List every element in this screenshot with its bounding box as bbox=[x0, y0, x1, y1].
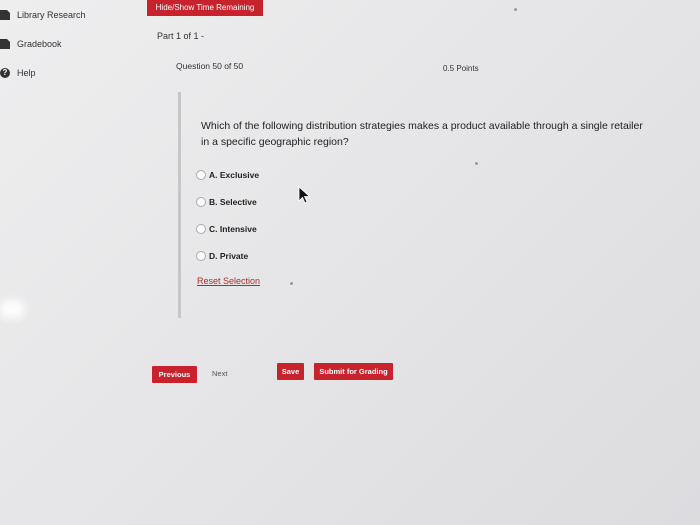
submit-for-grading-button[interactable]: Submit for Grading bbox=[314, 363, 393, 380]
sidebar-item-label: Help bbox=[17, 68, 36, 78]
sidebar-item-help[interactable]: ? Help bbox=[0, 68, 36, 78]
choice-a[interactable]: A. Exclusive bbox=[196, 170, 259, 180]
question-points: 0.5 Points bbox=[443, 64, 479, 73]
save-button[interactable]: Save bbox=[277, 363, 304, 380]
toggle-time-remaining-button[interactable]: Hide/Show Time Remaining bbox=[147, 0, 263, 16]
question-text: Which of the following distribution stra… bbox=[201, 120, 643, 148]
choice-label: D. Private bbox=[209, 251, 249, 261]
choice-d[interactable]: D. Private bbox=[196, 251, 248, 261]
question-divider bbox=[178, 92, 181, 318]
radio-button[interactable] bbox=[196, 251, 206, 261]
sidebar-item-label: Library Research bbox=[17, 10, 86, 20]
decorative-dot bbox=[290, 282, 293, 285]
choice-c[interactable]: C. Intensive bbox=[196, 224, 257, 234]
sidebar: Library Research Gradebook ? Help bbox=[0, 0, 128, 525]
question-number: Question 50 of 50 bbox=[176, 61, 244, 71]
choice-b[interactable]: B. Selective bbox=[196, 197, 257, 207]
decorative-dot bbox=[514, 8, 517, 11]
document-icon bbox=[0, 10, 10, 20]
screen-glare bbox=[0, 300, 24, 318]
reset-selection-link[interactable]: Reset Selection bbox=[197, 276, 260, 286]
decorative-dot bbox=[475, 162, 478, 165]
sidebar-item-gradebook[interactable]: Gradebook bbox=[0, 39, 62, 49]
radio-button[interactable] bbox=[196, 170, 206, 180]
mouse-cursor-icon bbox=[298, 186, 311, 204]
choice-label: C. Intensive bbox=[209, 224, 257, 234]
sidebar-item-label: Gradebook bbox=[17, 39, 62, 49]
radio-button[interactable] bbox=[196, 197, 206, 207]
radio-button[interactable] bbox=[196, 224, 206, 234]
part-indicator: Part 1 of 1 - bbox=[157, 31, 205, 41]
next-button[interactable]: Next bbox=[212, 369, 227, 378]
previous-button[interactable]: Previous bbox=[152, 366, 197, 383]
choice-label: A. Exclusive bbox=[209, 170, 260, 180]
sidebar-item-library-research[interactable]: Library Research bbox=[0, 10, 86, 20]
help-icon: ? bbox=[0, 68, 10, 78]
document-icon bbox=[0, 39, 10, 49]
choice-label: B. Selective bbox=[209, 197, 257, 207]
